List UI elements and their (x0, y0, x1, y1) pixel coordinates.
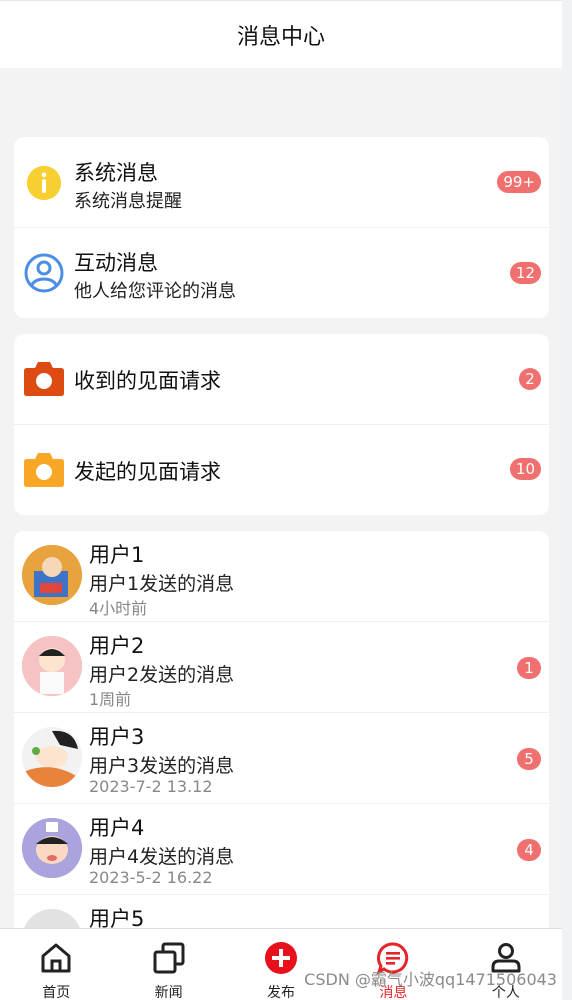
user-name: 用户4 (89, 816, 145, 840)
tab-label: 首页 (42, 985, 71, 1000)
tab-news[interactable]: 新闻 (112, 929, 224, 1000)
system-message-subtitle: 系统消息提醒 (74, 191, 182, 212)
conversation-row[interactable]: 用户3 用户3发送的消息 2023-7-2 13.12 5 (14, 713, 549, 804)
user-message-preview: 用户3发送的消息 (89, 755, 235, 777)
user-message-preview: 用户2发送的消息 (89, 664, 235, 686)
user-message-preview: 用户4发送的消息 (89, 846, 235, 868)
interaction-message-badge: 12 (509, 262, 541, 284)
system-message-title: 系统消息 (74, 161, 158, 185)
message-time: 4小时前 (89, 599, 148, 618)
message-time: 1周前 (89, 690, 132, 709)
conversation-row[interactable]: 用户2 用户2发送的消息 1周前 1 (14, 622, 549, 713)
system-message-badge: 99+ (497, 171, 541, 193)
avatar (22, 727, 82, 787)
message-time: 2023-5-2 16.22 (89, 868, 213, 887)
user-name: 用户2 (89, 634, 145, 658)
system-message-row[interactable]: 系统消息 系统消息提醒 99+ (14, 137, 549, 228)
interaction-message-subtitle: 他人给您评论的消息 (74, 281, 236, 302)
conversation-list: 用户1 用户1发送的消息 4小时前 用户2 用户2发送的消息 1周前 1 用户3… (14, 531, 549, 951)
avatar (22, 818, 82, 878)
user-name: 用户1 (89, 543, 145, 567)
page-header: 消息中心 (0, 1, 562, 68)
tab-label: 发布 (267, 985, 296, 1000)
received-meet-request-title: 收到的见面请求 (74, 369, 221, 393)
received-meet-request-row[interactable]: 收到的见面请求 2 (14, 334, 549, 425)
message-time: 2023-7-2 13.12 (89, 777, 213, 796)
info-icon (26, 165, 62, 201)
sent-meet-request-title: 发起的见面请求 (74, 460, 221, 484)
avatar (22, 545, 82, 605)
tab-home[interactable]: 首页 (0, 929, 112, 1000)
plus-circle-icon (265, 942, 298, 974)
interaction-message-row[interactable]: 互动消息 他人给您评论的消息 12 (14, 228, 549, 318)
received-meet-request-badge: 2 (519, 368, 541, 390)
copy-icon (153, 942, 185, 974)
user-name: 用户3 (89, 725, 145, 749)
conversation-row[interactable]: 用户1 用户1发送的消息 4小时前 (14, 531, 549, 622)
unread-badge: 4 (517, 839, 541, 861)
page-title: 消息中心 (236, 24, 325, 50)
watermark: CSDN @霸气小波qq1471506043 (304, 970, 557, 989)
system-messages-card: 系统消息 系统消息提醒 99+ 互动消息 他人给您评论的消息 12 (14, 137, 549, 318)
camera-icon (24, 453, 64, 487)
interaction-message-title: 互动消息 (74, 251, 158, 275)
avatar (22, 636, 82, 696)
tab-label: 新闻 (154, 985, 183, 1000)
message-center-app: 消息中心 系统消息 系统消息提醒 99+ 互动消息 他人给您评论的消息 12 收… (0, 0, 562, 1000)
sent-meet-request-row[interactable]: 发起的见面请求 10 (14, 425, 549, 515)
meet-requests-card: 收到的见面请求 2 发起的见面请求 10 (14, 334, 549, 515)
conversation-row[interactable]: 用户4 用户4发送的消息 2023-5-2 16.22 4 (14, 804, 549, 895)
camera-icon (24, 362, 64, 396)
scrollbar[interactable] (562, 0, 572, 1000)
unread-badge: 1 (517, 657, 541, 679)
user-circle-icon (24, 253, 64, 293)
unread-badge: 5 (517, 748, 541, 770)
user-message-preview: 用户1发送的消息 (89, 573, 235, 595)
sent-meet-request-badge: 10 (509, 458, 541, 480)
home-icon (41, 943, 71, 973)
